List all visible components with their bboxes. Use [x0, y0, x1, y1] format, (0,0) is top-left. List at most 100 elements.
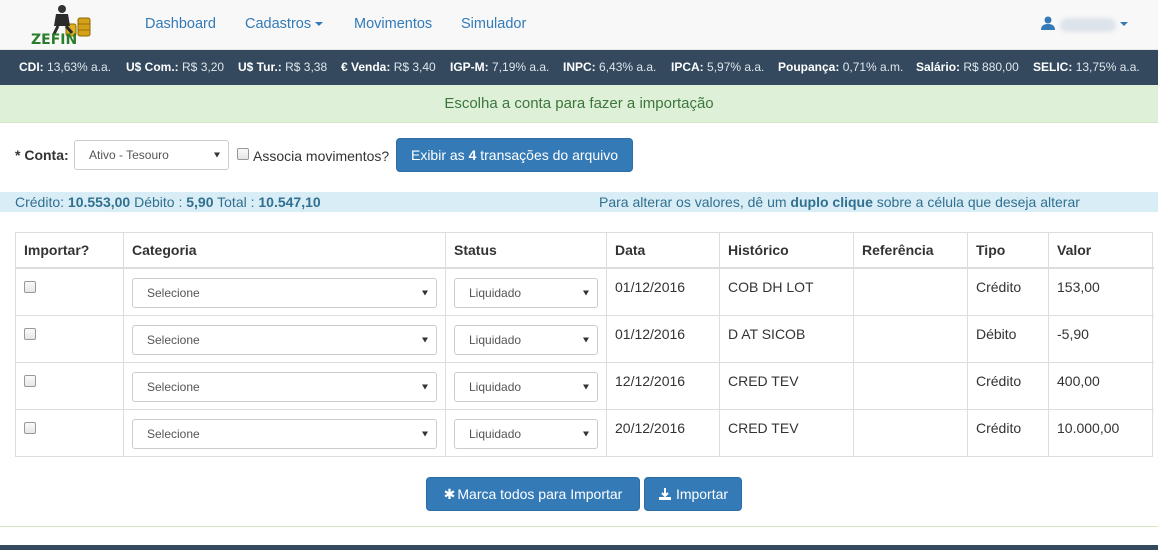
status-select[interactable]: Liquidado	[454, 372, 598, 402]
cell-tipo[interactable]: Crédito	[968, 269, 1049, 316]
cell-referencia[interactable]	[854, 363, 968, 410]
user-menu[interactable]	[1040, 14, 1130, 36]
cell-categoria: Selecione	[124, 363, 446, 410]
cell-valor[interactable]: 400,00	[1049, 363, 1154, 410]
importar-checkbox[interactable]	[24, 281, 36, 293]
header-status: Status	[446, 233, 607, 269]
cell-data[interactable]: 01/12/2016	[607, 269, 720, 316]
indicators-bar: CDI: 13,63% a.a. U$ Com.: R$ 3,20 U$ Tur…	[0, 50, 1158, 85]
conta-select[interactable]: Ativo - Tesouro	[74, 140, 229, 170]
header-categoria: Categoria	[124, 233, 446, 269]
nav-cadastros-label: Cadastros	[245, 16, 312, 32]
header-valor: Valor	[1049, 233, 1154, 269]
summary-bar: Crédito: 10.553,00 Débito : 5,90 Total :…	[0, 192, 1158, 212]
cell-valor[interactable]: 10.000,00	[1049, 410, 1154, 457]
cell-data[interactable]: 01/12/2016	[607, 316, 720, 363]
user-name-redacted	[1060, 18, 1116, 32]
exibir-transacoes-button[interactable]: Exibir as 4 transações do arquivo	[396, 138, 633, 172]
categoria-select-value: Selecione	[147, 333, 200, 347]
cell-status: Liquidado	[446, 269, 607, 316]
marca-todos-button[interactable]: ✱ Marca todos para Importar	[426, 477, 640, 511]
exibir-suffix: transações do arquivo	[476, 147, 618, 163]
status-select[interactable]: Liquidado	[454, 419, 598, 449]
indicator-usd-com: U$ Com.: R$ 3,20	[126, 60, 225, 74]
importar-label: Importar	[675, 486, 729, 502]
chevron-down-icon	[583, 384, 589, 390]
cell-importar	[16, 363, 124, 410]
cell-status: Liquidado	[446, 316, 607, 363]
associa-label: Associa movimentos?	[253, 148, 390, 164]
import-icon	[658, 488, 671, 500]
hint-suffix: sobre a célula que deseja alterar	[872, 194, 1080, 210]
status-select-value: Liquidado	[469, 286, 522, 300]
cell-referencia[interactable]	[854, 269, 968, 316]
cell-valor[interactable]: -5,90	[1049, 316, 1154, 363]
chevron-down-icon	[422, 290, 428, 296]
chevron-down-icon	[214, 152, 220, 158]
chevron-down-icon	[1120, 22, 1128, 26]
cell-importar	[16, 269, 124, 316]
hint-prefix: Para alterar os valores, dê um	[599, 194, 791, 210]
importar-checkbox[interactable]	[24, 328, 36, 340]
cell-tipo[interactable]: Crédito	[968, 363, 1049, 410]
header-referencia: Referência	[854, 233, 968, 269]
header-importar: Importar?	[16, 233, 124, 269]
categoria-select[interactable]: Selecione	[132, 325, 437, 355]
total-label: Total :	[213, 194, 259, 210]
top-navbar: ZEFIN Dashboard Cadastros Movimentos Sim…	[0, 0, 1158, 50]
cell-historico[interactable]: CRED TEV	[720, 410, 854, 457]
cell-status: Liquidado	[446, 363, 607, 410]
status-select[interactable]: Liquidado	[454, 278, 598, 308]
associa-checkbox[interactable]	[237, 148, 249, 160]
cell-referencia[interactable]	[854, 316, 968, 363]
cell-importar	[16, 316, 124, 363]
nav-simulador[interactable]: Simulador	[461, 16, 526, 32]
nav-movimentos[interactable]: Movimentos	[354, 16, 432, 32]
cell-historico[interactable]: CRED TEV	[720, 363, 854, 410]
chevron-down-icon	[315, 22, 324, 27]
cell-categoria: Selecione	[124, 269, 446, 316]
status-select-value: Liquidado	[469, 333, 522, 347]
indicator-salario: Salário: R$ 880,00	[916, 60, 1019, 74]
zefin-logo[interactable]: ZEFIN	[28, 2, 100, 48]
cell-historico[interactable]: COB DH LOT	[720, 269, 854, 316]
total-value: 10.547,10	[258, 194, 321, 210]
indicator-poupanca: Poupança: 0,71% a.m.	[778, 60, 904, 74]
status-select[interactable]: Liquidado	[454, 325, 598, 355]
footer-bar	[0, 545, 1158, 550]
indicator-euro: € Venda: R$ 3,40	[341, 60, 436, 74]
cell-historico[interactable]: D AT SICOB	[720, 316, 854, 363]
cell-categoria: Selecione	[124, 410, 446, 457]
header-data: Data	[607, 233, 720, 269]
categoria-select[interactable]: Selecione	[132, 278, 437, 308]
user-icon	[1041, 16, 1055, 30]
status-select-value: Liquidado	[469, 380, 522, 394]
cell-data[interactable]: 20/12/2016	[607, 410, 720, 457]
credito-label: Crédito:	[15, 194, 68, 210]
header-tipo: Tipo	[968, 233, 1049, 269]
importar-checkbox[interactable]	[24, 422, 36, 434]
nav-dashboard[interactable]: Dashboard	[145, 16, 216, 32]
info-alert: Escolha a conta para fazer a importação	[0, 85, 1158, 123]
chevron-down-icon	[583, 337, 589, 343]
cell-referencia[interactable]	[854, 410, 968, 457]
categoria-select[interactable]: Selecione	[132, 372, 437, 402]
cell-data[interactable]: 12/12/2016	[607, 363, 720, 410]
logo-text: ZEFIN	[31, 32, 77, 46]
cell-importar	[16, 410, 124, 457]
transactions-table: Importar? Categoria Status Data Históric…	[15, 232, 1154, 457]
categoria-select-value: Selecione	[147, 286, 200, 300]
cell-tipo[interactable]: Crédito	[968, 410, 1049, 457]
chevron-down-icon	[422, 337, 428, 343]
debito-value: 5,90	[186, 194, 214, 210]
categoria-select-value: Selecione	[147, 380, 200, 394]
importar-button[interactable]: Importar	[644, 477, 742, 511]
cell-valor[interactable]: 153,00	[1049, 269, 1154, 316]
indicator-igpm: IGP-M: 7,19% a.a.	[450, 60, 550, 74]
cell-tipo[interactable]: Débito	[968, 316, 1049, 363]
importar-checkbox[interactable]	[24, 375, 36, 387]
exibir-prefix: Exibir as	[410, 147, 469, 163]
categoria-select[interactable]: Selecione	[132, 419, 437, 449]
footer-divider	[0, 526, 1158, 527]
nav-cadastros[interactable]: Cadastros	[245, 16, 324, 32]
